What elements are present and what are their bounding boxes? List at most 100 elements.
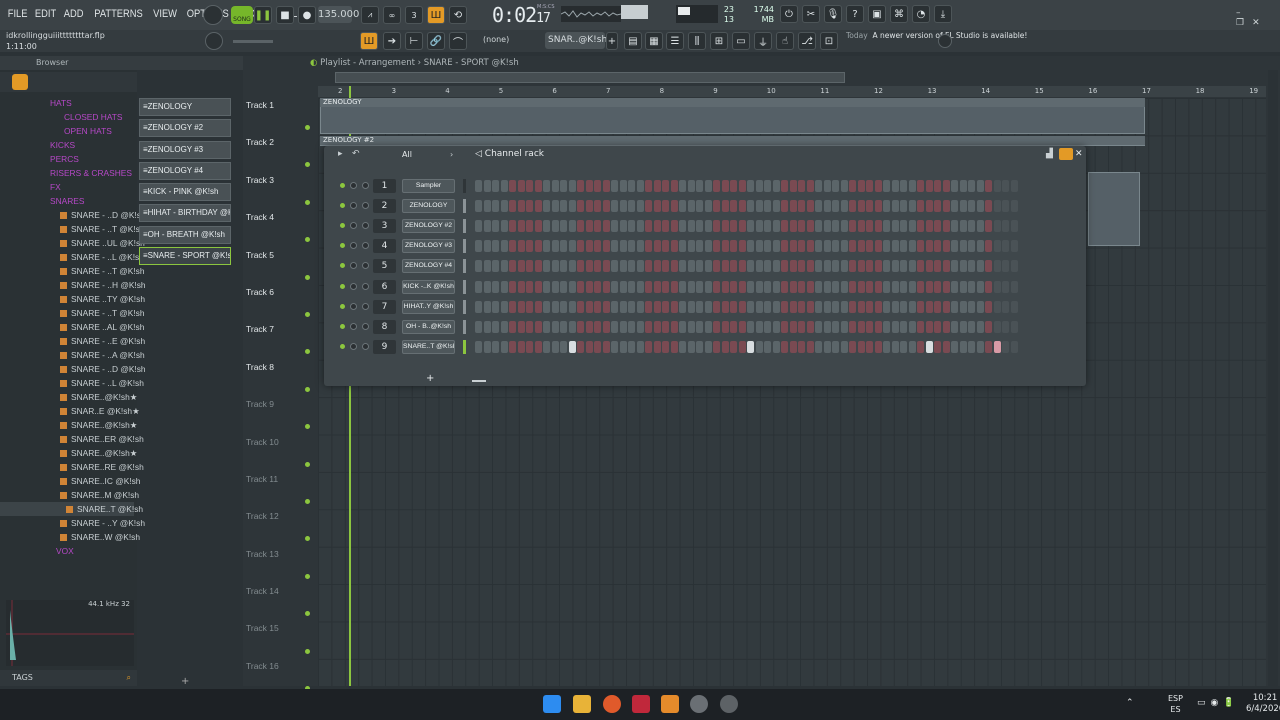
channel-select-indicator[interactable] [463,259,466,274]
step-button[interactable] [806,260,814,273]
step-button[interactable] [934,300,941,313]
step-button[interactable] [993,300,1001,313]
step-button[interactable] [925,300,933,313]
track-mute-led[interactable] [305,648,310,654]
step-button[interactable] [747,340,754,353]
step-button[interactable] [772,280,780,293]
step-button[interactable] [874,320,882,333]
step-button[interactable] [611,220,618,233]
channel-name-button[interactable]: ZENOLOGY #3 [402,239,455,254]
step-button[interactable] [806,320,814,333]
step-button[interactable] [602,340,610,353]
browser-file[interactable]: SNARE - ..T @K!sh [0,306,145,320]
menu-patterns[interactable]: PATTERNS [92,8,144,20]
step-button[interactable] [755,180,763,192]
step-button[interactable] [509,300,516,313]
step-button[interactable] [798,180,805,192]
step-button[interactable] [577,320,584,333]
step-button[interactable] [713,260,720,273]
step-button[interactable] [798,320,805,333]
channel-name-button[interactable]: SNARE..T @K!sh [402,339,455,354]
step-button[interactable] [942,200,950,213]
step-button[interactable] [883,240,890,253]
step-button[interactable] [942,320,950,333]
step-button[interactable] [925,240,933,253]
blend-notes-icon[interactable]: Ш [427,6,445,24]
step-button[interactable] [475,240,482,253]
menu-file[interactable]: FILE [6,8,29,20]
tray-icons[interactable]: ▭◉🔋 [1197,698,1240,708]
step-button[interactable] [840,300,848,313]
step-button[interactable] [551,280,559,293]
channel-picker-item[interactable]: ≡ZENOLOGY [139,98,231,116]
step-button[interactable] [602,220,610,233]
step-button[interactable] [517,260,525,273]
step-button[interactable] [789,320,797,333]
globe-icon[interactable] [938,34,952,48]
news-panel[interactable]: Today A newer version of FL Studio is av… [846,31,1027,40]
step-button[interactable] [857,180,865,192]
step-button[interactable] [492,340,499,353]
channel-volume-knob[interactable] [350,302,357,310]
channel-picker-item[interactable]: ≡ZENOLOGY #2 [139,119,231,138]
link-icon[interactable]: 🔗 [427,32,445,50]
step-button[interactable] [602,200,610,213]
channel-mixer-track[interactable]: 1 [373,179,396,193]
step-button[interactable] [985,240,992,253]
step-button[interactable] [653,200,661,213]
step-button[interactable] [645,220,652,233]
step-button[interactable] [857,280,865,293]
step-button[interactable] [662,200,669,213]
step-button[interactable] [823,220,831,233]
menu-edit[interactable]: EDIT [33,8,58,20]
step-button[interactable] [730,320,737,333]
step-button[interactable] [645,200,652,213]
track-header[interactable]: Track 7 [246,322,316,359]
step-button[interactable] [602,300,610,313]
step-button[interactable] [662,180,669,192]
step-button[interactable] [976,220,984,233]
step-button[interactable] [619,340,627,353]
step-button[interactable] [636,220,644,233]
step-button[interactable] [832,200,839,213]
step-button[interactable] [908,220,916,233]
browser-file[interactable]: SNARE..RE @K!sh [0,460,144,474]
step-button[interactable] [993,240,1001,253]
step-button[interactable] [747,260,754,273]
step-button[interactable] [823,300,831,313]
step-button[interactable] [883,200,890,213]
touch-icon[interactable]: ☝ [776,32,794,50]
track-header[interactable]: Track 12 [246,509,316,546]
step-button[interactable] [704,180,712,192]
browser-file[interactable]: SNARE..@K!sh★ [0,390,137,404]
step-button[interactable] [866,200,873,213]
step-button[interactable] [577,200,584,213]
step-button[interactable] [704,300,712,313]
microphone-icon[interactable]: 🎙 [824,5,842,23]
step-button[interactable] [585,320,593,333]
channel-mute-led[interactable] [340,303,345,309]
step-button[interactable] [492,260,499,273]
step-button[interactable] [500,300,508,313]
step-button[interactable] [755,280,763,293]
step-button[interactable] [993,260,1001,273]
browser-folder[interactable]: VOX [0,544,134,558]
step-button[interactable] [679,260,686,273]
record-button[interactable]: ● [298,6,316,24]
step-button[interactable] [917,220,924,233]
step-button[interactable] [551,180,559,192]
step-button[interactable] [883,180,890,192]
plugin-icon[interactable]: ⌘ [890,5,908,23]
step-button[interactable] [747,300,754,313]
step-button[interactable] [628,240,635,253]
step-button[interactable] [551,300,559,313]
step-button[interactable] [951,280,958,293]
step-button[interactable] [696,220,703,233]
step-button[interactable] [1010,280,1018,293]
track-mute-led[interactable] [305,499,310,504]
step-button[interactable] [738,340,746,353]
step-button[interactable] [815,340,822,353]
step-button[interactable] [891,300,899,313]
step-button[interactable] [900,180,907,192]
step-button[interactable] [568,340,576,353]
